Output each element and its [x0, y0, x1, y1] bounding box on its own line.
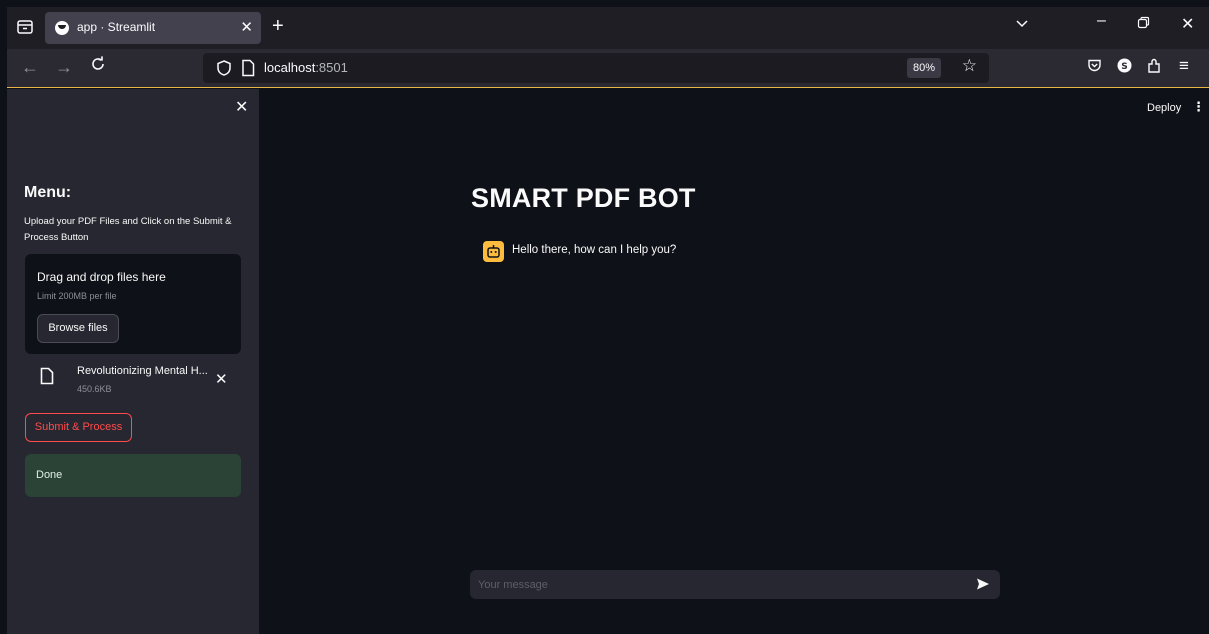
bot-message: Hello there, how can I help you?	[512, 244, 677, 256]
browser-window: app · Streamlit ✕ + – ✕ ← → localhost:85…	[7, 7, 1209, 634]
remove-file-icon[interactable]: ✕	[215, 370, 228, 388]
sidebar-close-icon[interactable]: ✕	[235, 97, 248, 117]
chat-input-box[interactable]	[470, 570, 1000, 599]
deploy-button[interactable]: Deploy	[1147, 102, 1181, 114]
submit-process-button[interactable]: Submit & Process	[25, 413, 132, 442]
menu-heading: Menu:	[24, 184, 72, 201]
nav-bar: ← → localhost:8501 80% ☆ S ≡	[7, 49, 1209, 88]
file-dropzone[interactable]: Drag and drop files here Limit 200MB per…	[25, 254, 241, 354]
uploaded-file-name: Revolutionizing Mental H...	[77, 365, 208, 377]
dropzone-limit: Limit 200MB per file	[37, 291, 117, 301]
minimize-icon[interactable]: –	[1097, 12, 1106, 30]
shield-icon[interactable]	[215, 59, 233, 77]
close-tab-icon[interactable]: ✕	[240, 18, 253, 36]
zoom-level[interactable]: 80%	[906, 58, 941, 78]
star-icon[interactable]: ☆	[962, 56, 977, 76]
kebab-icon[interactable]: ⋮	[1192, 99, 1205, 115]
sidebar: ✕ Menu: Upload your PDF Files and Click …	[7, 89, 259, 634]
uploaded-file-size: 450.6KB	[77, 384, 112, 394]
send-icon[interactable]	[976, 577, 990, 591]
success-text: Done	[36, 469, 63, 481]
svg-text:S: S	[1121, 62, 1127, 72]
url-bar[interactable]: localhost:8501 80% ☆	[203, 53, 989, 83]
page-title: SMART PDF BOT	[471, 183, 696, 213]
tab-strip: app · Streamlit ✕ + – ✕	[7, 7, 1209, 49]
menu-description: Upload your PDF Files and Click on the S…	[24, 216, 232, 243]
url-text[interactable]: localhost:8501	[264, 60, 348, 75]
new-tab-button[interactable]: +	[272, 15, 284, 38]
window-close-icon[interactable]: ✕	[1181, 14, 1194, 34]
bot-icon	[483, 241, 504, 262]
success-alert: Done	[25, 454, 241, 497]
reload-icon[interactable]	[89, 55, 107, 78]
tab-title: app · Streamlit	[77, 20, 156, 34]
streamlit-favicon	[55, 21, 69, 35]
page-icon[interactable]	[241, 59, 255, 77]
chat-message-input[interactable]	[478, 576, 958, 594]
chevron-down-icon[interactable]	[1015, 17, 1029, 34]
browser-tab[interactable]: app · Streamlit ✕	[45, 12, 261, 44]
tab-list-icon[interactable]	[15, 17, 35, 37]
pocket-icon[interactable]	[1087, 58, 1102, 78]
menu-icon[interactable]: ≡	[1179, 56, 1189, 76]
back-icon[interactable]: ←	[21, 57, 39, 78]
browse-files-button[interactable]: Browse files	[37, 314, 119, 343]
file-icon	[40, 367, 54, 385]
extensions-icon[interactable]	[1146, 58, 1162, 79]
restore-icon[interactable]	[1137, 16, 1150, 32]
dropzone-title: Drag and drop files here	[37, 270, 166, 284]
forward-icon[interactable]: →	[55, 57, 73, 78]
account-icon[interactable]: S	[1117, 58, 1132, 78]
